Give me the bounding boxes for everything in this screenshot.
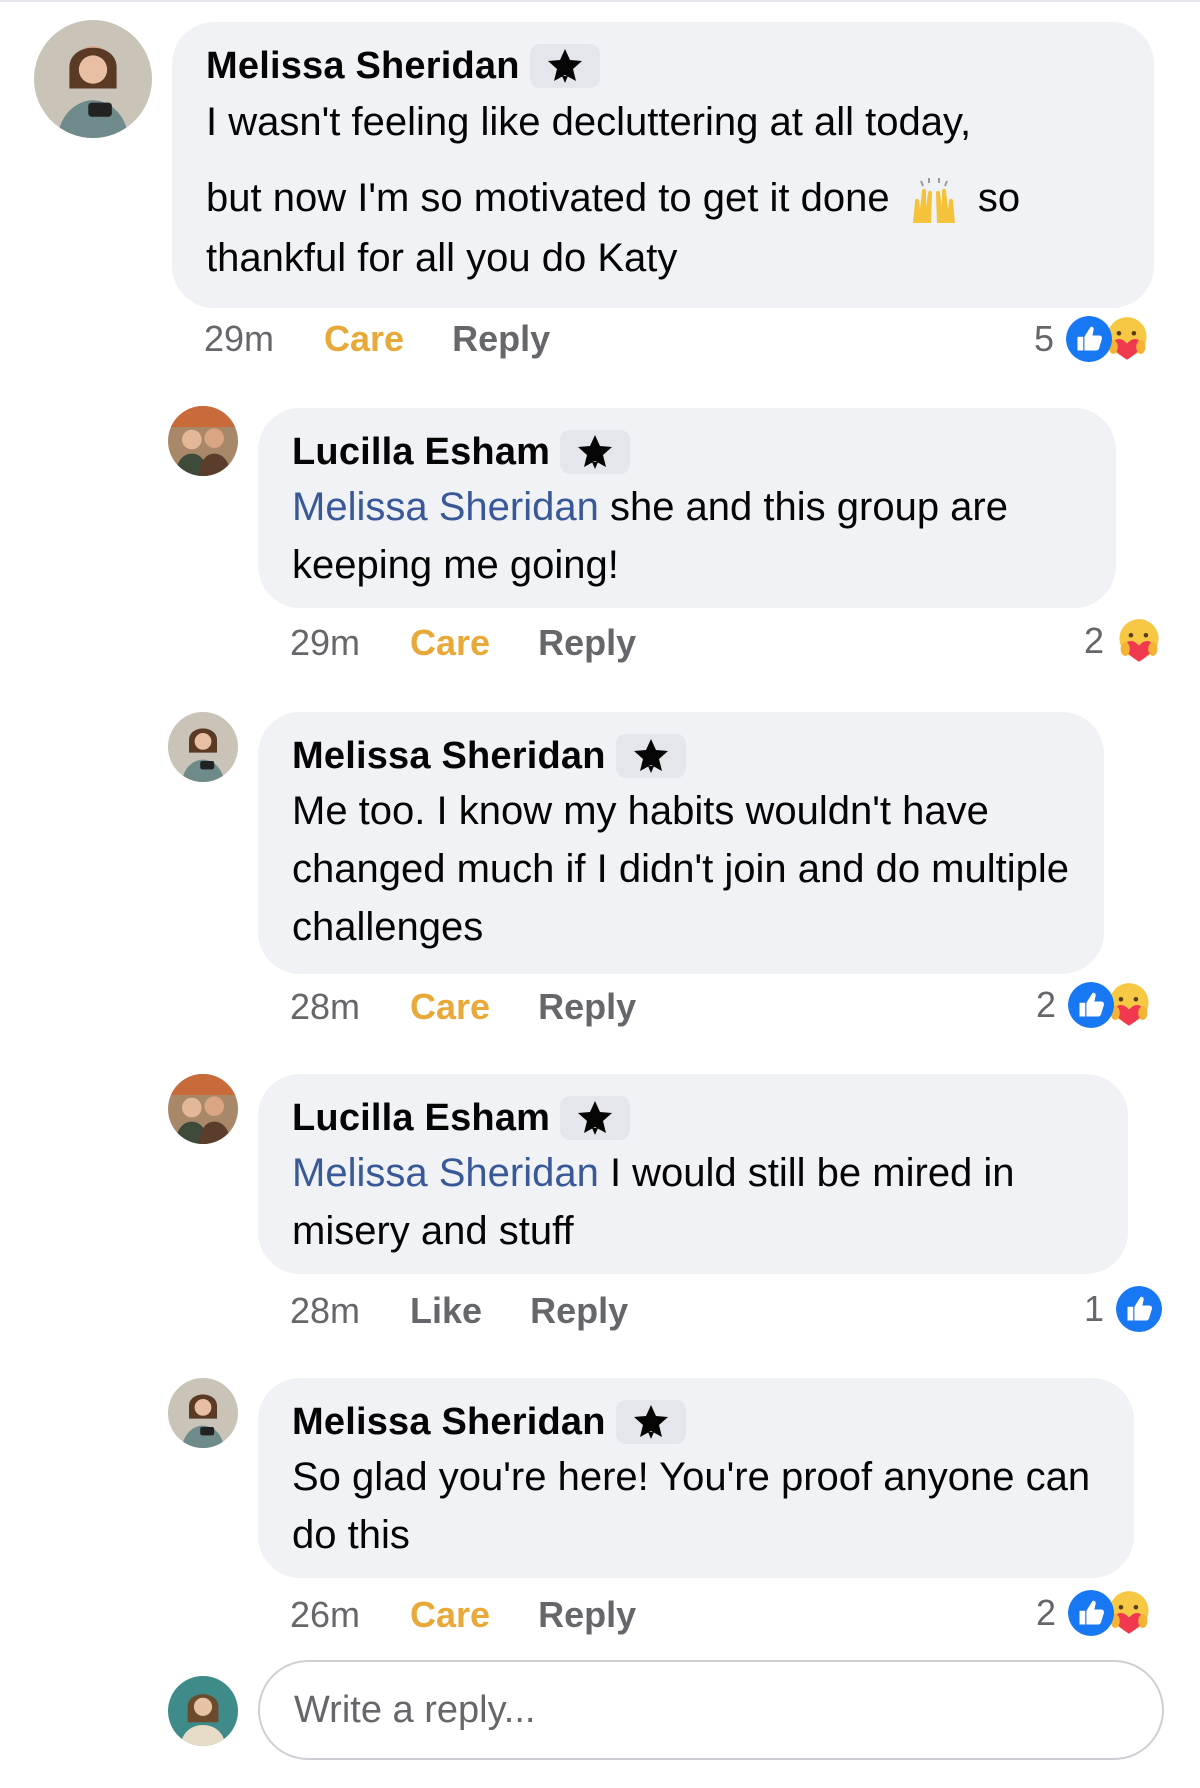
comment-text-line: thankful for all you do Katy xyxy=(206,236,678,280)
care-reaction-button[interactable]: Care xyxy=(324,318,404,360)
profile-photo-icon xyxy=(168,712,238,782)
reaction-count: 5 xyxy=(1034,318,1055,359)
star-icon xyxy=(545,46,585,86)
comment-bubble: Melissa Sheridan I wasn't feeling like d… xyxy=(172,22,1154,308)
comment-text: Melissa Sheridan I would still be mired … xyxy=(292,1144,1094,1260)
comment-timestamp[interactable]: 29m xyxy=(290,622,360,664)
reaction-summary[interactable]: 5 xyxy=(1034,316,1150,362)
avatar-melissa-sheridan[interactable] xyxy=(168,712,238,782)
comment-text: I wasn't feeling like decluttering at al… xyxy=(206,84,1120,312)
reaction-summary[interactable]: 1 xyxy=(1084,1286,1162,1332)
comment-actions: 28m Care Reply xyxy=(290,986,636,1028)
comment-timestamp[interactable]: 29m xyxy=(204,318,274,360)
comment-author[interactable]: Melissa Sheridan xyxy=(206,45,520,88)
comment-text-line: I wasn't feeling like decluttering at al… xyxy=(206,100,972,144)
comment-bubble: Melissa Sheridan So glad you're here! Yo… xyxy=(258,1378,1134,1578)
reply-button[interactable]: Reply xyxy=(538,622,636,664)
comment-bubble: Melissa Sheridan Me too. I know my habit… xyxy=(258,712,1104,974)
comment-text-line: so xyxy=(977,176,1021,220)
star-icon xyxy=(631,736,671,776)
comment-bubble: Lucilla Esham Melissa Sheridan I would s… xyxy=(258,1074,1128,1274)
like-icon xyxy=(1068,1590,1114,1636)
mention-link[interactable]: Melissa Sheridan xyxy=(292,485,599,529)
comment-author[interactable]: Melissa Sheridan xyxy=(292,1401,606,1444)
avatar-lucilla-esham[interactable] xyxy=(168,1074,238,1144)
comment-actions: 29m Care Reply xyxy=(290,622,636,664)
like-button[interactable]: Like xyxy=(410,1290,482,1332)
reaction-count: 1 xyxy=(1084,1288,1105,1329)
reply-button[interactable]: Reply xyxy=(538,1594,636,1636)
star-icon xyxy=(631,1402,671,1442)
top-fan-badge[interactable] xyxy=(615,1400,686,1444)
comment-text: So glad you're here! You're proof anyone… xyxy=(292,1455,1091,1557)
comment-author[interactable]: Lucilla Esham xyxy=(292,431,550,474)
profile-photo-icon xyxy=(168,1676,238,1746)
mention-link[interactable]: Melissa Sheridan xyxy=(292,1151,599,1195)
comment-text: Melissa Sheridan she and this group are … xyxy=(292,478,1082,594)
comment-timestamp[interactable]: 26m xyxy=(290,1594,360,1636)
reaction-summary[interactable]: 2 xyxy=(1036,982,1152,1028)
raising-hands-emoji-icon xyxy=(912,178,955,224)
top-fan-badge[interactable] xyxy=(560,1096,631,1140)
reply-composer[interactable] xyxy=(258,1660,1164,1760)
reaction-count: 2 xyxy=(1084,620,1105,661)
reaction-summary[interactable]: 2 xyxy=(1036,1590,1152,1636)
comment-bubble: Lucilla Esham Melissa Sheridan she and t… xyxy=(258,408,1116,608)
profile-photo-icon xyxy=(168,406,238,476)
reply-input[interactable] xyxy=(292,1687,1162,1733)
star-icon xyxy=(575,432,615,472)
care-reaction-button[interactable]: Care xyxy=(410,986,490,1028)
comment-timestamp[interactable]: 28m xyxy=(290,1290,360,1332)
reaction-summary[interactable]: 2 xyxy=(1084,618,1162,664)
like-icon xyxy=(1068,982,1114,1028)
like-icon xyxy=(1066,316,1112,362)
care-icon xyxy=(1116,618,1162,664)
star-icon xyxy=(575,1098,615,1138)
comment-author[interactable]: Lucilla Esham xyxy=(292,1097,550,1140)
top-fan-badge[interactable] xyxy=(615,734,686,778)
reply-button[interactable]: Reply xyxy=(530,1290,628,1332)
reply-button[interactable]: Reply xyxy=(452,318,550,360)
comment-actions: 29m Care Reply xyxy=(204,318,550,360)
profile-photo-icon xyxy=(168,1074,238,1144)
comment-actions: 28m Like Reply xyxy=(290,1290,628,1332)
top-divider xyxy=(0,0,1200,2)
profile-photo-icon xyxy=(168,1378,238,1448)
top-fan-badge[interactable] xyxy=(560,430,631,474)
reply-button[interactable]: Reply xyxy=(538,986,636,1028)
avatar-melissa-sheridan[interactable] xyxy=(168,1378,238,1448)
top-fan-badge[interactable] xyxy=(529,44,600,88)
current-user-avatar[interactable] xyxy=(168,1676,238,1746)
avatar-melissa-sheridan[interactable] xyxy=(34,20,152,138)
comment-text: Me too. I know my habits wouldn't have c… xyxy=(292,789,1070,949)
reaction-count: 2 xyxy=(1036,1592,1057,1633)
like-icon xyxy=(1116,1286,1162,1332)
avatar-lucilla-esham[interactable] xyxy=(168,406,238,476)
care-reaction-button[interactable]: Care xyxy=(410,622,490,664)
profile-photo-icon xyxy=(34,20,152,138)
care-reaction-button[interactable]: Care xyxy=(410,1594,490,1636)
reaction-count: 2 xyxy=(1036,984,1057,1025)
comment-timestamp[interactable]: 28m xyxy=(290,986,360,1028)
comment-actions: 26m Care Reply xyxy=(290,1594,636,1636)
comment-author[interactable]: Melissa Sheridan xyxy=(292,735,606,778)
comment-text-line: but now I'm so motivated to get it done xyxy=(206,176,890,220)
